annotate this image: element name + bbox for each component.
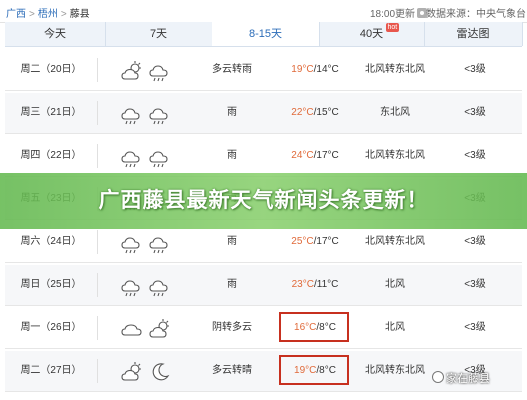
- wind-level: <3级: [464, 322, 486, 333]
- tab-4[interactable]: 40天 hot: [319, 22, 425, 46]
- low-temp: /17°C: [313, 236, 339, 247]
- day-label: 周二（27日）: [5, 359, 98, 383]
- wind-direction: 北风: [385, 322, 405, 333]
- weather-condition: 雨: [227, 279, 237, 290]
- top-bar: 广西 > 梧州 > 藤县 18:00更新 数据来源：中央气象台: [0, 0, 527, 23]
- tab-1[interactable]: 今天: [5, 22, 106, 46]
- high-temp: 22°C: [291, 107, 314, 118]
- tab-2[interactable]: 7天: [105, 22, 213, 46]
- forecast-row: 周三（21日） 雨 22°C/15°C 东北风 <3级: [5, 93, 522, 134]
- low-temp: /17°C: [313, 150, 339, 161]
- breadcrumb-separator: >: [29, 9, 35, 20]
- update-time-text: 18:00更新: [370, 9, 416, 20]
- high-temp: 24°C: [291, 150, 314, 161]
- weather-icons: [109, 265, 183, 305]
- tab-label: 40天: [359, 28, 384, 40]
- high-temp: 23°C: [291, 279, 314, 290]
- temperature: 24°C/17°C: [275, 136, 355, 176]
- breadcrumb-county: 藤县: [69, 9, 90, 20]
- wind-level: <3级: [464, 64, 486, 75]
- temperature-highlight-box: [279, 312, 349, 342]
- tab-label: 今天: [44, 28, 66, 40]
- weather-icons: [109, 50, 183, 90]
- forecast-tabs: 今天 7天 8-15天 40天 hot 雷达图: [5, 22, 523, 47]
- temperature-highlight-box: [279, 355, 349, 385]
- hot-badge: hot: [385, 23, 400, 32]
- wind-level: <3级: [464, 150, 486, 161]
- forecast-row: 周二（20日） 多云转雨 19°C/14°C 北风转东北风 <3级: [5, 50, 522, 91]
- tab-label: 雷达图: [456, 28, 490, 40]
- day-label: 周六（24日）: [5, 230, 98, 254]
- wind-direction: 北风转东北风: [365, 150, 425, 161]
- breadcrumb-province[interactable]: 广西: [6, 9, 26, 20]
- forecast-row: 周四（22日） 雨 24°C/17°C 北风转东北风 <3级: [5, 136, 522, 177]
- weather-icons: [109, 351, 183, 391]
- tab-3[interactable]: 8-15天: [212, 22, 320, 46]
- watermark-text: 家在藤县: [446, 373, 490, 385]
- low-temp: /15°C: [313, 107, 339, 118]
- forecast-row: 周一（26日） 阴转多云 16°C/8°C 北风 <3级: [5, 308, 522, 349]
- tab-label: 7天: [149, 28, 168, 40]
- wechat-logo-icon: [432, 371, 444, 383]
- low-temp: /14°C: [313, 64, 339, 75]
- day-label: 周日（25日）: [5, 273, 98, 297]
- temperature: 19°C/14°C: [275, 50, 355, 90]
- weather-condition: 多云转雨: [212, 64, 252, 75]
- breadcrumb-city[interactable]: 梧州: [38, 9, 58, 20]
- wind-direction: 东北风: [380, 107, 410, 118]
- weather-icons: [109, 308, 183, 348]
- data-source: 数据来源：中央气象台: [426, 9, 526, 20]
- temperature: 23°C/11°C: [275, 265, 355, 305]
- breadcrumb: 广西 > 梧州 > 藤县: [6, 5, 90, 20]
- wind-direction: 北风转东北风: [365, 64, 425, 75]
- news-banner-title: 广西藤县最新天气新闻头条更新！: [98, 189, 429, 212]
- day-label: 周三（21日）: [5, 101, 98, 125]
- high-temp: 19°C: [291, 64, 314, 75]
- day-label: 周四（22日）: [5, 144, 98, 168]
- day-label: 周一（26日）: [5, 316, 98, 340]
- wind-direction: 北风: [385, 279, 405, 290]
- watermark: 家在藤县: [432, 370, 490, 386]
- weather-icons: [109, 136, 183, 176]
- weather-condition: 雨: [227, 107, 237, 118]
- day-label: 周二（20日）: [5, 58, 98, 82]
- wind-level: <3级: [464, 279, 486, 290]
- high-temp: 25°C: [291, 236, 314, 247]
- wind-level: <3级: [464, 107, 486, 118]
- weather-icons: [109, 93, 183, 133]
- update-time: 18:00更新: [370, 5, 428, 20]
- breadcrumb-separator: >: [60, 9, 67, 20]
- temperature: 22°C/15°C: [275, 93, 355, 133]
- low-temp: /11°C: [313, 279, 339, 290]
- wind-direction: 北风转东北风: [365, 365, 425, 376]
- tab-5[interactable]: 雷达图: [424, 22, 523, 46]
- weather-condition: 雨: [227, 150, 237, 161]
- tab-label: 8-15天: [248, 28, 283, 40]
- weather-condition: 多云转晴: [212, 365, 252, 376]
- weather-condition: 阴转多云: [212, 322, 252, 333]
- forecast-row: 周日（25日） 雨 23°C/11°C 北风 <3级: [5, 265, 522, 306]
